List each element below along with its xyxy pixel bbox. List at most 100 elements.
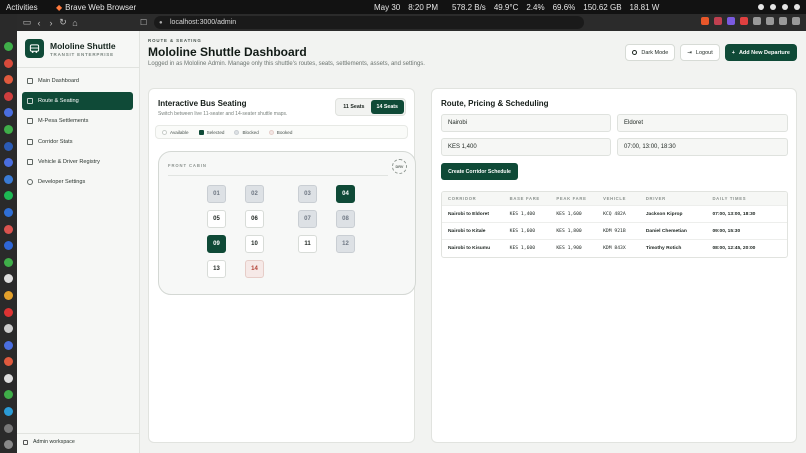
seat-13[interactable]: 13 [207,260,226,278]
seat-count-toggle: 11 Seats 14 Seats [335,98,406,116]
fare-field[interactable]: KES 1,400 [441,138,611,156]
sidebar-item-route-seating[interactable]: Route & Seating [22,92,133,111]
activities-button[interactable]: Activities [6,3,38,12]
toggle-11-seats[interactable]: 11 Seats [337,100,370,114]
seat-05[interactable]: 05 [207,210,226,228]
menu-icon[interactable] [792,17,800,25]
site-info-icon[interactable]: ● [159,20,163,26]
dock-app-icon[interactable] [4,191,13,201]
origin-field[interactable]: Nairobi [441,114,611,132]
table-row[interactable]: Nairobi to Kitale KES 1,600 KES 1,800 KD… [442,223,787,240]
forward-icon[interactable]: › [45,18,57,28]
toggle-14-seats[interactable]: 14 Seats [370,100,404,114]
system-stats[interactable]: 578.2 B/s 49.9°C 2.4% 69.6% 150.62 GB 18… [452,3,659,12]
legend-selected: Selected [198,129,224,135]
seat-11[interactable]: 11 [298,235,317,253]
sidebar-item-developer-settings[interactable]: Developer Settings [22,173,133,191]
sidebar-item-vehicle-driver-registry[interactable]: Vehicle & Driver Registry [22,153,133,171]
create-schedule-button[interactable]: Create Corridor Schedule [441,163,518,180]
url-text: localhost:3000/admin [170,19,237,26]
seat-12[interactable]: 12 [336,235,355,253]
active-app[interactable]: ◆ Brave Web Browser [56,3,136,12]
dock-app-icon[interactable] [4,257,13,267]
dock-app-icon[interactable] [4,141,13,151]
cell-corridor: Nairobi to Kisumu [448,246,491,251]
times-field[interactable]: 07:00, 13:00, 18:30 [617,138,788,156]
seat-10[interactable]: 10 [245,235,264,253]
legend-swatch [268,129,274,135]
reload-icon[interactable]: ↻ [57,17,69,28]
table-row[interactable]: Nairobi to Eldoret KES 1,400 KES 1,600 K… [442,206,787,223]
dock-app-icon[interactable] [4,423,13,433]
seating-subtitle: Switch between live 11-seater and 14-sea… [158,111,288,117]
cpu-temp: 49.9°C [493,2,519,12]
dock-app-icon[interactable] [4,340,13,350]
cell-peak-fare: KES 1,900 [556,246,582,251]
cell-base-fare: KES 1,400 [509,211,536,217]
seat-06[interactable]: 06 [245,210,264,228]
system-tray[interactable] [758,4,800,10]
sidebar-item-main-dashboard[interactable]: Main Dashboard [22,72,133,90]
seat-01[interactable]: 01 [207,185,226,203]
disk-usage: 150.62 GB [583,2,622,12]
sidebar-toggle-icon[interactable]: ▭ [21,17,33,28]
wifi-icon [758,4,764,10]
dock-app-icon[interactable] [4,224,13,234]
extension-icon[interactable] [766,17,774,25]
extension-tray [701,17,800,25]
dock-app-icon[interactable] [4,58,13,68]
sidebar-item-mpesa-settlements[interactable]: M-Pesa Settlements [22,112,133,130]
extension-icon[interactable] [740,17,748,25]
header-actions: Dark Mode ⇥ Logout + Add New Departure [625,44,797,61]
dock-app-icon[interactable] [4,324,13,334]
dock-app-icon[interactable] [4,207,13,217]
dock-app-icon[interactable] [4,290,13,300]
dark-mode-button[interactable]: Dark Mode [625,44,676,61]
extension-icon[interactable] [753,17,761,25]
sidebar-item-corridor-stats[interactable]: Corridor Stats [22,133,133,151]
extension-icon[interactable] [779,17,787,25]
brave-rewards-icon[interactable] [714,17,722,25]
lock-icon [23,439,28,445]
dock-app-icon[interactable] [4,357,13,367]
extension-icon[interactable] [727,17,735,25]
dock-app-icon[interactable] [4,91,13,101]
dock-app-icon[interactable] [4,124,13,134]
clock[interactable]: May 30 8:20 PM [374,3,438,12]
seat-09[interactable]: 09 [207,235,226,253]
brand[interactable]: Mololine Shuttle TRANSIT ENTERPRISE [25,39,116,58]
dock-app-icon[interactable] [4,407,13,417]
address-bar[interactable]: ☐ ● localhost:3000/admin [140,16,584,29]
bookmark-icon[interactable]: ☐ [140,18,147,27]
dock-app-icon[interactable] [4,274,13,284]
dock-app-icon[interactable] [4,241,13,251]
dock-app-icon[interactable] [4,75,13,85]
brave-shields-icon[interactable] [701,17,709,25]
logout-button[interactable]: ⇥ Logout [680,44,720,61]
dock-app-icon[interactable] [4,373,13,383]
cell-vehicle: KDM 843X [603,246,626,251]
dock-app-icon[interactable] [4,174,13,184]
seat-08[interactable]: 08 [336,210,355,228]
seat-02[interactable]: 02 [245,185,264,203]
legend-label: Booked [276,129,293,135]
add-departure-button[interactable]: + Add New Departure [724,44,797,61]
seat-07[interactable]: 07 [298,210,317,228]
cabin-divider [168,175,388,176]
dock-app-icon[interactable] [4,42,13,51]
dock-app-icon[interactable] [4,108,13,118]
back-icon[interactable]: ‹ [33,18,45,28]
dock-app-icon[interactable] [4,390,13,400]
dock-app-icon[interactable] [4,307,13,317]
seat-03[interactable]: 03 [298,185,317,203]
dock-app-icon[interactable] [4,440,13,450]
dock-app-icon[interactable] [4,158,13,168]
seat-04[interactable]: 04 [336,185,355,203]
home-icon[interactable]: ⌂ [69,18,81,28]
seat-legend: Available Selected Blocked Booked [155,125,408,139]
seat-14[interactable]: 14 [245,260,264,278]
destination-field[interactable]: Eldoret [617,114,788,132]
table-row[interactable]: Nairobi to Kisumu KES 1,600 KES 1,900 KD… [442,240,787,257]
col-base-fare: BASE FARE [509,196,540,201]
legend-swatch [198,129,204,135]
